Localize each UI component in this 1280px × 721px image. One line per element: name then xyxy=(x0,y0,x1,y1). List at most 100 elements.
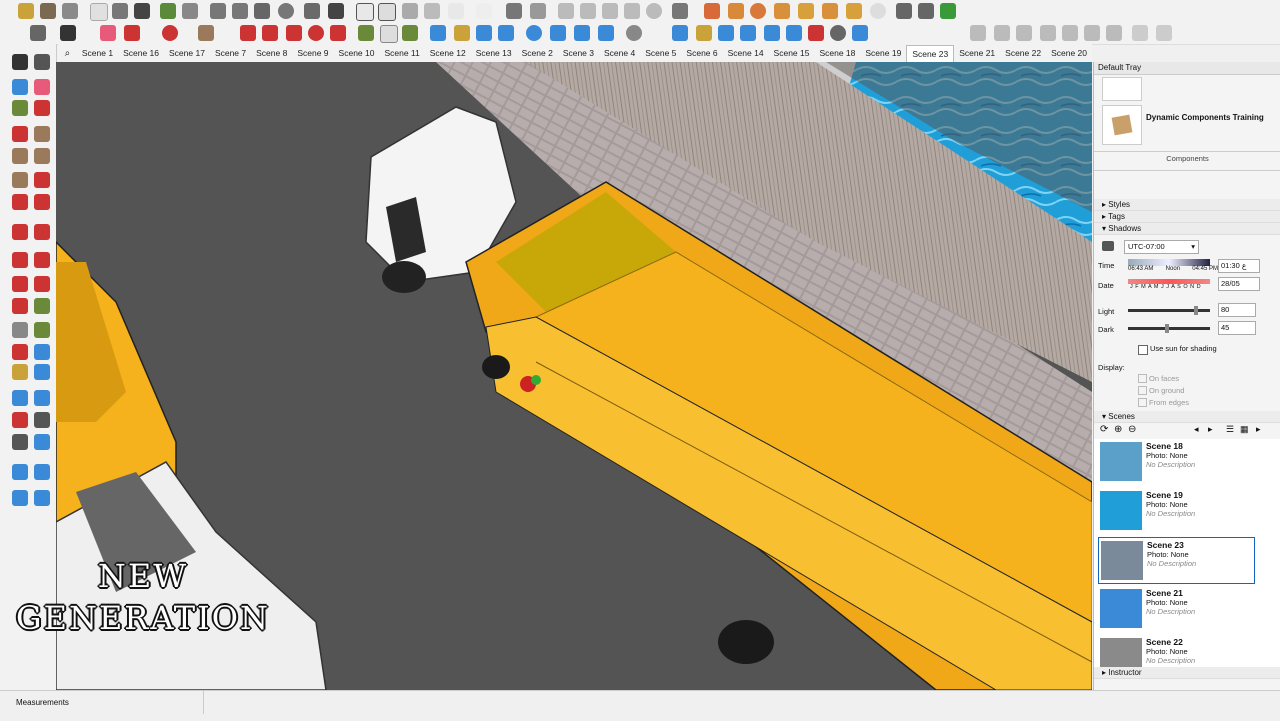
move-tool-icon[interactable] xyxy=(112,3,128,19)
two-point-arc-tool-icon[interactable] xyxy=(12,194,28,210)
from-edges-checkbox[interactable] xyxy=(1138,398,1147,407)
move-arrows-icon[interactable] xyxy=(286,25,302,41)
section-plane-icon[interactable] xyxy=(852,25,868,41)
styles-panel-header[interactable]: ▸ Styles xyxy=(1094,199,1280,211)
layers-icon[interactable] xyxy=(550,25,566,41)
dark-slider[interactable] xyxy=(1128,324,1210,333)
layout-icon[interactable] xyxy=(402,3,418,19)
shield-icon[interactable] xyxy=(896,3,912,19)
paint-bucket-icon[interactable] xyxy=(62,3,78,19)
views-icon[interactable] xyxy=(378,3,396,21)
dimension-icon[interactable] xyxy=(380,25,398,43)
remove-scene-icon[interactable]: ⊖ xyxy=(1128,424,1136,435)
move-scene-up-icon[interactable]: ◂ xyxy=(1194,424,1199,435)
scene-tab[interactable]: Scene 4 xyxy=(599,45,640,61)
scene-menu-icon[interactable]: ▸ xyxy=(1256,424,1261,435)
on-ground-checkbox[interactable] xyxy=(1138,386,1147,395)
arc-3pt-tool-icon[interactable] xyxy=(12,224,28,240)
sandbox-icon[interactable] xyxy=(846,3,862,19)
push-pull-red-icon[interactable] xyxy=(240,25,256,41)
shadow-toggle-icon[interactable] xyxy=(1102,241,1114,251)
xray-icon[interactable] xyxy=(672,3,688,19)
component-tool-icon[interactable] xyxy=(12,79,28,95)
hand-icon[interactable] xyxy=(696,25,712,41)
offset-tool-icon[interactable] xyxy=(12,298,28,314)
move-scene-down-icon[interactable]: ▸ xyxy=(1208,424,1213,435)
text-tool-icon[interactable] xyxy=(90,3,108,21)
panel-icon[interactable] xyxy=(1132,25,1148,41)
scene-list-item[interactable]: Scene 18 Photo: None No Description xyxy=(1098,439,1253,484)
rotate-icon[interactable] xyxy=(308,25,324,41)
search-icon[interactable] xyxy=(506,3,522,19)
line-tool-icon[interactable] xyxy=(34,100,50,116)
polygon-tool-icon[interactable] xyxy=(12,172,28,188)
move-tool-icon[interactable] xyxy=(34,224,50,240)
orbit-blue-icon[interactable] xyxy=(430,25,446,41)
scene-list-item[interactable]: Scene 21 Photo: None No Description xyxy=(1098,586,1253,631)
scene-tab[interactable]: Scene 17 xyxy=(164,45,210,61)
position-camera-icon[interactable] xyxy=(786,25,802,41)
zoom-tool-icon[interactable] xyxy=(718,25,734,41)
paint-tool-icon[interactable] xyxy=(34,54,50,70)
tape-icon[interactable] xyxy=(358,25,374,41)
sections-tool-icon[interactable] xyxy=(34,490,50,506)
scene-details-icon[interactable]: ▦ xyxy=(1240,424,1249,435)
push-pull-tool-icon[interactable] xyxy=(12,252,28,268)
on-faces-checkbox[interactable] xyxy=(1138,374,1147,383)
protractor-icon[interactable] xyxy=(402,25,418,41)
scene-tab[interactable]: Scene 8 xyxy=(251,45,292,61)
scene-tab[interactable]: Scene 7 xyxy=(210,45,251,61)
component-thumb-icon[interactable] xyxy=(1102,77,1142,101)
rotated-rect-tool-icon[interactable] xyxy=(12,148,28,164)
scene-list-item[interactable]: Scene 19 Photo: None No Description xyxy=(1098,488,1253,533)
interact-icon[interactable] xyxy=(1084,25,1100,41)
front-view-icon[interactable] xyxy=(602,3,618,19)
scene-tab[interactable]: Scene 19 xyxy=(860,45,906,61)
tape-measure-tool-icon[interactable] xyxy=(34,298,50,314)
styles-tool-icon[interactable] xyxy=(12,490,28,506)
iso-view-icon[interactable] xyxy=(558,3,574,19)
split-icon[interactable] xyxy=(822,3,838,19)
eraser-tool-icon[interactable] xyxy=(40,3,56,19)
subtract-icon[interactable] xyxy=(750,3,766,19)
scene-tab[interactable]: Scene 20 xyxy=(1046,45,1092,61)
arc-icon[interactable] xyxy=(162,25,178,41)
print-icon[interactable] xyxy=(304,3,320,19)
scenes-panel-header[interactable]: ▾ Scenes xyxy=(1094,411,1280,423)
component-item-label[interactable]: Dynamic Components Training xyxy=(1146,113,1264,122)
add-scene-icon[interactable]: ⊕ xyxy=(1114,424,1122,435)
dark-field[interactable]: 45 xyxy=(1218,321,1256,335)
follow-me-icon[interactable] xyxy=(160,3,176,19)
sections-icon[interactable] xyxy=(598,25,614,41)
measurements-box[interactable]: Measurements xyxy=(8,690,204,714)
copy-icon[interactable] xyxy=(530,3,546,19)
camera-icon[interactable] xyxy=(232,3,248,19)
scene-tab[interactable]: Scene 3 xyxy=(558,45,599,61)
edit-icon[interactable] xyxy=(1106,25,1122,41)
scene-tab[interactable]: Scene 22 xyxy=(1000,45,1046,61)
lock-icon[interactable] xyxy=(424,3,440,19)
circle-tool-icon[interactable] xyxy=(34,148,50,164)
eraser-tool-icon[interactable] xyxy=(34,79,50,95)
orbit-tool-icon[interactable] xyxy=(34,344,50,360)
scene-view-options-icon[interactable]: ☰ xyxy=(1226,424,1234,435)
refresh-scene-icon[interactable]: ⟳ xyxy=(1100,424,1108,435)
instructor-panel-header[interactable]: ▸ Instructor xyxy=(1094,667,1280,679)
freehand-tool-icon[interactable] xyxy=(12,126,28,142)
select-tool-icon[interactable] xyxy=(12,54,28,70)
trim-icon[interactable] xyxy=(774,3,790,19)
window-icon[interactable] xyxy=(356,3,374,21)
orbit-icon[interactable] xyxy=(254,3,270,19)
shadows-panel-header[interactable]: ▾ Shadows xyxy=(1094,223,1280,235)
zoom-extents-tool-icon[interactable] xyxy=(34,390,50,406)
scene-list-item[interactable]: Scene 23 Photo: None No Description xyxy=(1098,537,1255,584)
back-view-icon[interactable] xyxy=(646,3,662,19)
scene-tab[interactable]: Scene 11 xyxy=(379,45,424,61)
push-pull-icon[interactable] xyxy=(134,3,150,19)
offset-icon[interactable] xyxy=(182,3,198,19)
arrow-icon[interactable] xyxy=(476,3,492,19)
rotate-tool-icon[interactable] xyxy=(34,252,50,268)
component-icon[interactable] xyxy=(994,25,1010,41)
zoom-icon[interactable] xyxy=(30,25,46,41)
scale-tool-icon[interactable] xyxy=(34,276,50,292)
